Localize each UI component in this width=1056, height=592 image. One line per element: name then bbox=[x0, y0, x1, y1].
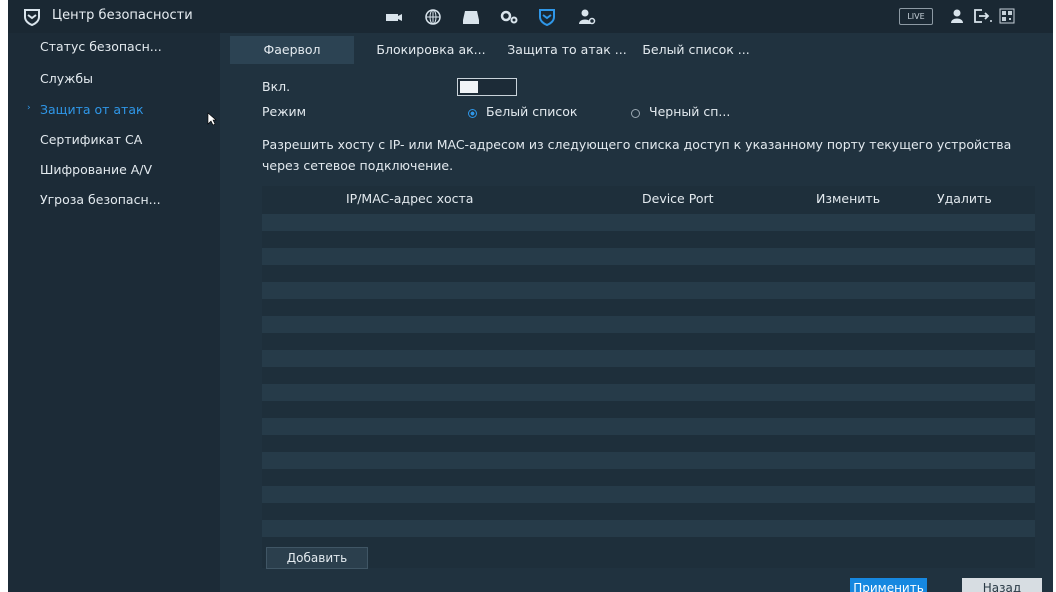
security-shield-icon bbox=[22, 7, 42, 27]
back-button[interactable]: Назад bbox=[962, 578, 1042, 592]
network-icon[interactable] bbox=[422, 7, 444, 27]
sidebar-item-label: Сертификат CA bbox=[40, 132, 143, 147]
top-bar: Центр безопасности LIVE bbox=[8, 0, 1053, 33]
sidebar-item-security-status[interactable]: Статус безопасн... bbox=[8, 33, 220, 63]
sidebar-item-av-encryption[interactable]: Шифрование A/V bbox=[8, 156, 220, 186]
column-header-edit: Изменить bbox=[816, 191, 881, 206]
tab-account-lock[interactable]: Блокировка ак... bbox=[366, 36, 496, 64]
app-window: Центр безопасности LIVE Статус безопасн.… bbox=[8, 0, 1053, 592]
camera-icon[interactable] bbox=[383, 7, 405, 27]
storage-icon[interactable] bbox=[460, 7, 482, 27]
sidebar-item-attack-protection[interactable]: › Защита от атак bbox=[8, 96, 220, 126]
account-icon[interactable] bbox=[576, 7, 598, 27]
mode-option-blacklist-label: Черный сп... bbox=[649, 104, 731, 119]
qr-icon[interactable] bbox=[999, 8, 1015, 28]
table-row bbox=[262, 265, 1035, 282]
table-row bbox=[262, 231, 1035, 248]
mode-option-whitelist-label: Белый список bbox=[486, 104, 578, 119]
table-row bbox=[262, 299, 1035, 316]
table-row bbox=[262, 316, 1035, 333]
table-row bbox=[262, 469, 1035, 486]
table-row bbox=[262, 367, 1035, 384]
sidebar: Статус безопасн... Службы › Защита от ат… bbox=[8, 33, 220, 592]
tab-whitelist[interactable]: Белый список ... bbox=[636, 36, 756, 64]
main-content: Фаервол Блокировка ак... Защита то атак … bbox=[220, 33, 1053, 592]
description-text: Разрешить хосту с IP- или MAC-адресом из… bbox=[262, 137, 1012, 173]
live-button[interactable]: LIVE bbox=[899, 8, 933, 25]
settings-icon[interactable] bbox=[498, 7, 520, 27]
table-row bbox=[262, 401, 1035, 418]
apply-button[interactable]: Применить bbox=[850, 578, 927, 592]
mode-label: Режим bbox=[262, 104, 307, 119]
table-row bbox=[262, 435, 1035, 452]
table-row bbox=[262, 503, 1035, 520]
table-row bbox=[262, 333, 1035, 350]
column-header-ip-mac: IP/MAC-адрес хоста bbox=[346, 191, 474, 206]
column-header-delete: Удалить bbox=[937, 191, 992, 206]
table-row bbox=[262, 248, 1035, 265]
sidebar-item-security-threat[interactable]: Угроза безопасн... bbox=[8, 186, 220, 216]
mode-radio-whitelist[interactable] bbox=[468, 109, 477, 118]
toggle-knob bbox=[460, 81, 478, 93]
logout-icon[interactable] bbox=[973, 8, 995, 28]
table-row bbox=[262, 452, 1035, 469]
table-row bbox=[262, 384, 1035, 401]
user-icon[interactable] bbox=[949, 8, 965, 28]
table-row bbox=[262, 537, 1035, 554]
chevron-right-icon: › bbox=[27, 103, 31, 113]
mode-radio-blacklist[interactable] bbox=[631, 109, 640, 118]
table-row bbox=[262, 486, 1035, 503]
sidebar-item-label: Шифрование A/V bbox=[40, 162, 153, 177]
mouse-cursor-icon bbox=[207, 111, 217, 130]
column-header-device-port: Device Port bbox=[642, 191, 714, 206]
security-shield-icon[interactable] bbox=[536, 7, 558, 27]
sidebar-item-label: Защита от атак bbox=[40, 102, 144, 117]
enable-toggle[interactable] bbox=[457, 78, 517, 96]
table-row bbox=[262, 520, 1035, 537]
sidebar-item-label: Статус безопасн... bbox=[40, 39, 162, 54]
enable-label: Вкл. bbox=[262, 79, 291, 94]
table-row bbox=[262, 350, 1035, 367]
table-row bbox=[262, 214, 1035, 231]
sidebar-item-services[interactable]: Службы bbox=[8, 65, 220, 95]
app-title: Центр безопасности bbox=[52, 8, 193, 23]
add-button[interactable]: Добавить bbox=[266, 547, 368, 569]
tab-attack-defense[interactable]: Защита то атак ... bbox=[502, 36, 632, 64]
table-row bbox=[262, 418, 1035, 435]
hosts-table: IP/MAC-адрес хоста Device Port Изменить … bbox=[262, 186, 1035, 568]
table-row bbox=[262, 282, 1035, 299]
tab-firewall[interactable]: Фаервол bbox=[230, 36, 354, 64]
sidebar-item-label: Угроза безопасн... bbox=[40, 192, 161, 207]
sidebar-item-label: Службы bbox=[40, 71, 93, 86]
sidebar-item-ca-certificate[interactable]: Сертификат CA bbox=[8, 126, 220, 156]
